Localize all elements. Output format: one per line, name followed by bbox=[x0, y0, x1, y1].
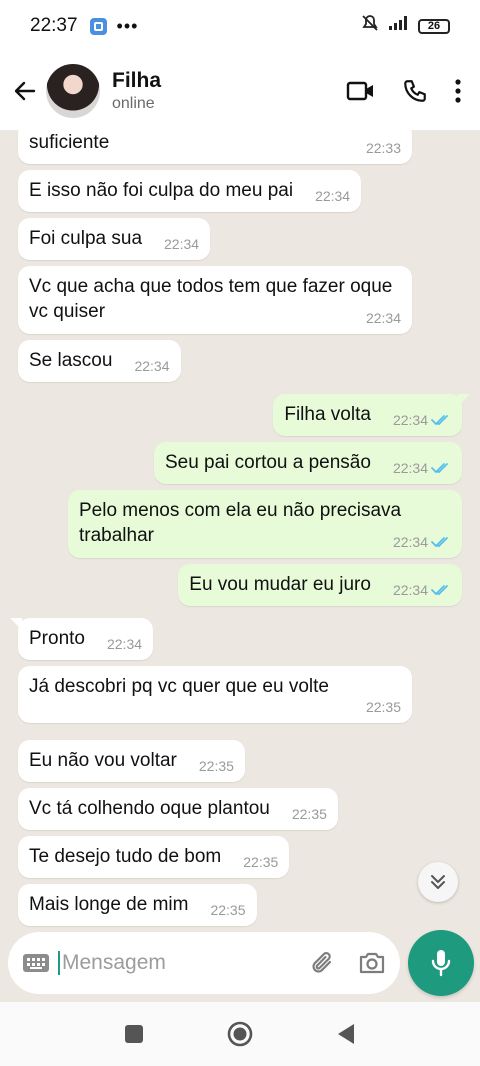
more-notifications-icon: ••• bbox=[116, 15, 139, 36]
message-incoming[interactable]: Te desejo tudo de bom 22:35 bbox=[18, 836, 290, 878]
recents-button[interactable] bbox=[124, 1024, 144, 1044]
message-text: Foi culpa sua bbox=[29, 228, 143, 249]
message-time: 22:34 bbox=[392, 412, 428, 428]
message-time: 22:34 bbox=[315, 188, 351, 204]
video-call-icon[interactable] bbox=[346, 80, 376, 102]
message-meta: 22:35 bbox=[243, 854, 278, 870]
message-incoming[interactable]: E isso não foi culpa do meu pai 22:34 bbox=[18, 170, 362, 212]
home-button[interactable] bbox=[226, 1020, 254, 1048]
voice-call-icon[interactable] bbox=[402, 78, 428, 104]
double-chevron-down-icon bbox=[431, 875, 445, 889]
message-composer bbox=[8, 932, 400, 994]
message-time: 22:34 bbox=[392, 534, 428, 550]
message-time: 22:34 bbox=[106, 636, 143, 652]
message-meta: 22:34 bbox=[393, 412, 451, 428]
message-meta: 22:34 bbox=[315, 188, 350, 204]
message-time: 22:34 bbox=[392, 582, 428, 598]
mute-icon bbox=[360, 13, 380, 39]
message-time: 22:33 bbox=[365, 140, 401, 156]
message-time: 22:35 bbox=[365, 699, 401, 715]
system-nav-bar bbox=[0, 1002, 480, 1066]
message-text: Se lascou bbox=[29, 350, 113, 371]
message-incoming[interactable]: Vc tá colhendo oque plantou 22:35 bbox=[18, 788, 338, 830]
voice-record-button[interactable] bbox=[408, 930, 474, 996]
message-meta: 22:35 bbox=[292, 806, 327, 822]
message-text: E isso não foi culpa do meu pai bbox=[29, 180, 294, 201]
message-incoming[interactable]: Vc que acha que todos tem que fazer oque… bbox=[18, 266, 412, 334]
message-incoming[interactable]: Já descobri pq vc quer que eu volte 22:3… bbox=[18, 666, 412, 723]
message-meta: 22:34 bbox=[107, 636, 142, 652]
message-text: Pronto bbox=[29, 628, 85, 649]
message-input[interactable] bbox=[58, 951, 278, 975]
message-list[interactable]: suficiente 22:33 E isso não foi culpa do… bbox=[0, 130, 480, 930]
message-incoming[interactable]: Se lascou 22:34 bbox=[18, 340, 181, 382]
message-text: suficiente bbox=[29, 132, 110, 153]
microphone-icon bbox=[431, 950, 451, 977]
message-text: Eu vou mudar eu juro bbox=[189, 574, 371, 595]
more-options-icon[interactable] bbox=[454, 78, 462, 104]
battery-icon: 26 bbox=[418, 18, 450, 34]
message-outgoing[interactable]: Eu vou mudar eu juro 22:34 bbox=[178, 564, 462, 606]
message-incoming[interactable]: Foi culpa sua 22:34 bbox=[18, 218, 211, 260]
signal-icon bbox=[388, 15, 410, 37]
chat-header: Filha online bbox=[0, 52, 480, 130]
scroll-to-bottom-button[interactable] bbox=[418, 862, 458, 902]
message-incoming[interactable]: Eu não vou voltar 22:35 bbox=[18, 740, 245, 782]
message-text: Filha volta bbox=[284, 404, 371, 425]
message-text: Mais longe de mim bbox=[29, 894, 189, 915]
message-time: 22:35 bbox=[291, 806, 327, 822]
message-meta: 22:34 bbox=[393, 460, 451, 476]
message-meta: 22:35 bbox=[29, 699, 401, 715]
message-time: 22:34 bbox=[134, 358, 170, 374]
message-time: 22:34 bbox=[164, 236, 200, 252]
attach-icon[interactable] bbox=[310, 949, 336, 977]
keyboard-icon[interactable] bbox=[22, 953, 50, 973]
read-receipt-icon bbox=[431, 463, 448, 474]
message-meta: 22:35 bbox=[199, 758, 234, 774]
message-meta: 22:33 bbox=[366, 140, 401, 156]
contact-info[interactable]: Filha online bbox=[112, 69, 161, 113]
message-meta: 22:35 bbox=[210, 902, 245, 918]
read-receipt-icon bbox=[431, 537, 448, 548]
status-bar: 22:37 ••• 26 bbox=[0, 0, 480, 52]
read-receipt-icon bbox=[431, 585, 448, 596]
status-right: 26 bbox=[360, 13, 450, 39]
message-incoming[interactable]: suficiente 22:33 bbox=[18, 130, 412, 164]
message-meta: 22:34 bbox=[164, 236, 199, 252]
message-outgoing[interactable]: Seu pai cortou a pensão 22:34 bbox=[153, 442, 462, 484]
message-time: 22:35 bbox=[243, 854, 279, 870]
message-meta: 22:34 bbox=[393, 582, 451, 598]
contact-status: online bbox=[112, 95, 155, 112]
status-time: 22:37 bbox=[30, 15, 78, 36]
message-text: Seu pai cortou a pensão bbox=[164, 452, 371, 473]
message-outgoing[interactable]: Filha volta 22:34 bbox=[273, 394, 470, 436]
read-receipt-icon bbox=[431, 415, 448, 426]
message-time: 22:35 bbox=[198, 758, 234, 774]
message-incoming[interactable]: Mais longe de mim 22:35 bbox=[18, 884, 257, 926]
header-actions bbox=[346, 78, 462, 104]
message-time: 22:34 bbox=[365, 310, 401, 326]
contact-name: Filha bbox=[112, 69, 162, 92]
message-text: Eu não vou voltar bbox=[29, 750, 177, 771]
message-outgoing[interactable]: Pelo menos com ela eu não precisava trab… bbox=[68, 490, 462, 558]
message-meta: 22:34 bbox=[134, 358, 169, 374]
message-incoming[interactable]: Pronto 22:34 bbox=[9, 618, 154, 660]
message-text: Já descobri pq vc quer que eu volte bbox=[29, 676, 329, 697]
back-button[interactable] bbox=[336, 1023, 356, 1045]
message-time: 22:34 bbox=[392, 460, 428, 476]
message-time: 22:35 bbox=[210, 902, 246, 918]
avatar[interactable] bbox=[46, 64, 100, 118]
message-text: Vc tá colhendo oque plantou bbox=[29, 798, 270, 819]
app-notification-icon bbox=[89, 17, 107, 35]
back-arrow-icon[interactable] bbox=[10, 76, 40, 106]
camera-icon[interactable] bbox=[358, 951, 386, 975]
message-text: Te desejo tudo de bom bbox=[29, 846, 222, 867]
